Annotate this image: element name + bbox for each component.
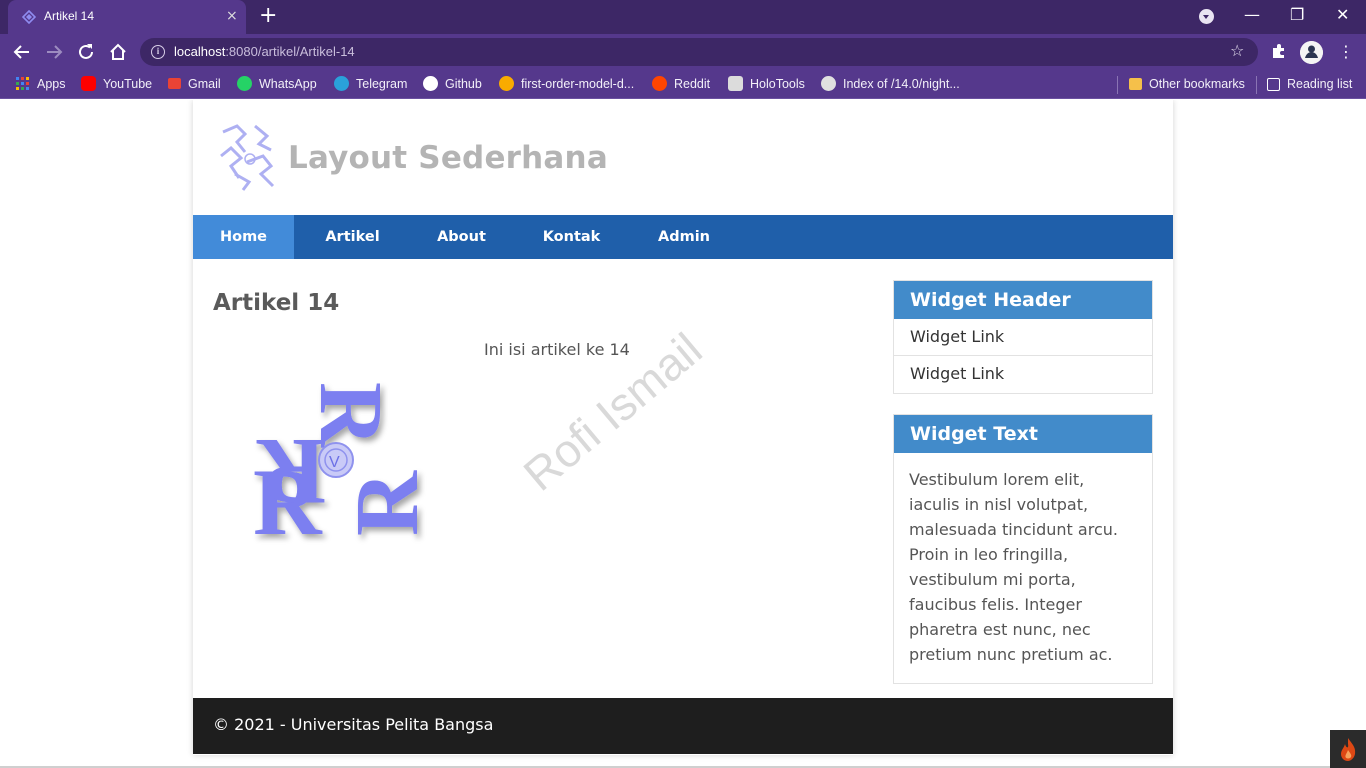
bookmark-gmail[interactable]: Gmail (168, 76, 221, 94)
article-body: Ini isi artikel ke 14 (484, 340, 630, 359)
tab-search-icon[interactable] (1199, 9, 1214, 24)
bookmark-label: Github (445, 77, 482, 91)
bookmark-star-icon[interactable]: ☆ (1230, 41, 1244, 61)
site-header: Layout Sederhana (193, 100, 1173, 215)
site-container: Layout Sederhana Home Artikel About Kont… (193, 100, 1173, 755)
minimize-icon[interactable]: — (1244, 4, 1260, 26)
gmail-icon (168, 78, 181, 89)
bookmark-holotools[interactable]: HoloTools (728, 76, 805, 94)
url-path: :8080/artikel/Artikel-14 (225, 44, 355, 59)
page-viewport: Layout Sederhana Home Artikel About Kont… (0, 100, 1366, 768)
forward-arrow-icon[interactable] (43, 41, 65, 63)
home-icon[interactable] (107, 41, 129, 63)
bookmark-index[interactable]: Index of /14.0/night... (821, 76, 960, 94)
profile-avatar[interactable] (1300, 41, 1323, 64)
telegram-icon (334, 76, 349, 91)
back-arrow-icon[interactable] (11, 41, 33, 63)
bookmarks-bar: Apps YouTube Gmail WhatsApp Telegram Git… (0, 70, 1366, 99)
bookmark-telegram[interactable]: Telegram (334, 76, 407, 94)
whatsapp-icon (237, 76, 252, 91)
tab-title: Artikel 14 (44, 9, 95, 23)
widget-header: Widget Header (894, 281, 1152, 319)
nav-home[interactable]: Home (193, 215, 294, 259)
restore-icon[interactable]: ❐ (1290, 4, 1304, 26)
bookmark-github[interactable]: Github (423, 76, 482, 94)
youtube-icon (81, 76, 96, 91)
browser-toolbar: i localhost:8080/artikel/Artikel-14 ☆ ⋮ (0, 34, 1366, 70)
github-icon (423, 76, 438, 91)
site-logo-icon[interactable] (215, 122, 285, 194)
nav-admin[interactable]: Admin (631, 215, 737, 259)
bookmark-label: Reading list (1287, 77, 1353, 91)
widget-links: Widget Header Widget Link Widget Link (893, 280, 1153, 394)
svg-text:R: R (338, 470, 430, 536)
address-bar[interactable]: i localhost:8080/artikel/Artikel-14 ☆ (140, 38, 1258, 66)
browser-tab[interactable]: Artikel 14 × (8, 0, 246, 34)
widget-text: Widget Text Vestibulum lorem elit, iacul… (893, 414, 1153, 684)
address-bar-url[interactable]: localhost:8080/artikel/Artikel-14 (174, 44, 355, 59)
bookmark-label: first-order-model-d... (521, 77, 635, 91)
bookmark-other[interactable]: Other bookmarks (1129, 76, 1245, 94)
close-window-icon[interactable]: ✕ (1336, 4, 1349, 26)
bookmark-whatsapp[interactable]: WhatsApp (237, 76, 317, 94)
widget-link[interactable]: Widget Link (894, 319, 1152, 356)
bookmark-youtube[interactable]: YouTube (81, 76, 152, 94)
flame-icon (1341, 738, 1356, 761)
tab-close-icon[interactable]: × (226, 8, 238, 24)
browser-menu-icon[interactable]: ⋮ (1338, 40, 1354, 64)
folder-icon (1129, 78, 1142, 90)
bookmark-label: Gmail (188, 77, 221, 91)
article-image: R R R R V (253, 382, 430, 547)
bookmark-reading-list[interactable]: Reading list (1267, 76, 1352, 94)
site-title[interactable]: Layout Sederhana (288, 140, 608, 176)
bookmark-reddit[interactable]: Reddit (652, 76, 710, 94)
article-title: Artikel 14 (213, 290, 340, 316)
apps-grid-icon (16, 77, 29, 90)
footer-copyright: © 2021 - Universitas Pelita Bangsa (213, 715, 494, 734)
holotools-icon (728, 76, 743, 91)
debug-toolbar-button[interactable] (1330, 730, 1366, 768)
svg-text:V: V (329, 454, 340, 471)
widget-text-body: Vestibulum lorem elit, iaculis in nisl v… (909, 470, 1118, 664)
colab-icon (499, 76, 514, 91)
widget-text-header: Widget Text (894, 415, 1152, 453)
globe-icon (821, 76, 836, 91)
url-host: localhost (174, 44, 226, 59)
new-tab-icon[interactable]: + (259, 5, 277, 27)
bookmark-label: Reddit (674, 77, 711, 91)
reddit-icon (652, 76, 667, 91)
bookmark-apps[interactable]: Apps (15, 76, 66, 94)
site-favicon-icon (22, 10, 36, 24)
extensions-puzzle-icon[interactable] (1270, 42, 1288, 60)
bookmarks-separator (1117, 76, 1118, 94)
bookmark-label: YouTube (103, 77, 153, 91)
reload-icon[interactable] (75, 41, 97, 63)
bookmark-label: Index of /14.0/night... (843, 77, 960, 91)
bookmark-label: Telegram (356, 77, 408, 91)
avatar-image (1300, 41, 1323, 64)
nav-artikel[interactable]: Artikel (294, 215, 411, 259)
site-footer: © 2021 - Universitas Pelita Bangsa (193, 698, 1173, 754)
bookmark-colab[interactable]: first-order-model-d... (499, 76, 634, 94)
site-info-icon[interactable]: i (151, 45, 165, 59)
nav-kontak[interactable]: Kontak (512, 215, 631, 259)
widget-link[interactable]: Widget Link (894, 356, 1152, 393)
reading-list-icon (1267, 78, 1280, 91)
svg-text:R: R (301, 382, 400, 448)
bookmark-label: WhatsApp (259, 77, 317, 91)
browser-tab-bar: Artikel 14 × + — ❐ ✕ (0, 0, 1366, 34)
bookmark-label: HoloTools (750, 77, 805, 91)
main-nav: Home Artikel About Kontak Admin (193, 215, 1173, 259)
bookmark-label: Other bookmarks (1149, 77, 1245, 91)
nav-about[interactable]: About (411, 215, 512, 259)
bookmark-label: Apps (37, 77, 66, 91)
bookmarks-separator (1256, 76, 1257, 94)
